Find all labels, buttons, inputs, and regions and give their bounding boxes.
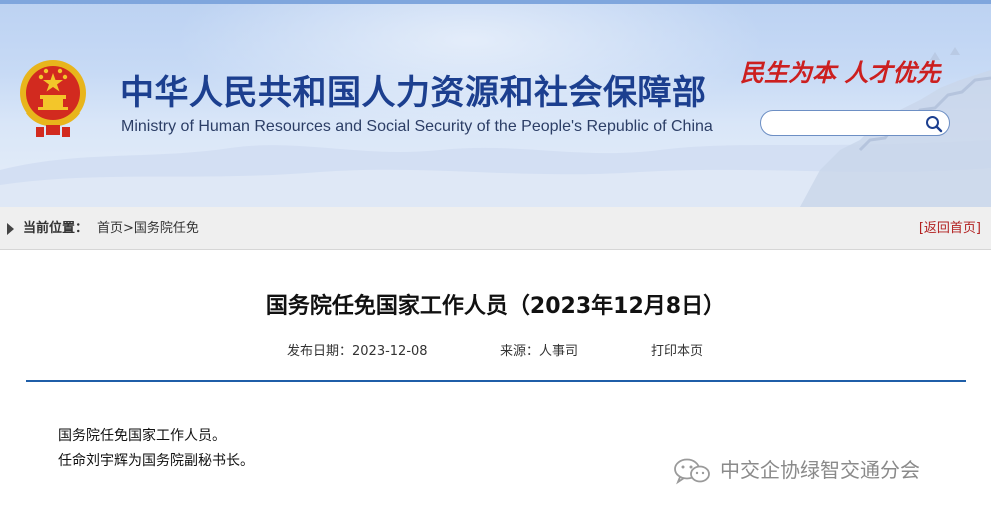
breadcrumb-label: 当前位置： xyxy=(23,221,89,236)
back-home-link[interactable]: [返回首页] xyxy=(919,207,981,250)
search-icon[interactable] xyxy=(925,115,943,133)
national-emblem-icon xyxy=(20,60,86,137)
print-page-link[interactable]: 打印本页 xyxy=(651,343,703,361)
publish-date-label: 发布日期： xyxy=(287,344,353,359)
header-banner: 中华人民共和国人力资源和社会保障部 Ministry of Human Reso… xyxy=(0,0,991,207)
search-input[interactable] xyxy=(771,114,925,134)
article-paragraph: 任命刘宇辉为国务院副秘书长。 xyxy=(58,453,254,469)
article-paragraph: 国务院任免国家工作人员。 xyxy=(58,428,226,444)
publish-date-value: 2023-12-08 xyxy=(352,344,428,359)
breadcrumb-separator: > xyxy=(123,221,134,236)
breadcrumb: 当前位置： 首页>国务院任免 [返回首页] xyxy=(0,207,991,250)
slogan: 民生为本 人才优先 xyxy=(740,58,941,87)
ministry-title-en: Ministry of Human Resources and Social S… xyxy=(121,118,713,135)
play-arrow-icon xyxy=(7,223,14,235)
source-label: 来源： xyxy=(500,344,540,359)
breadcrumb-current-link[interactable]: 国务院任免 xyxy=(134,221,199,236)
ministry-title-cn: 中华人民共和国人力资源和社会保障部 xyxy=(120,73,707,113)
publish-date: 发布日期：2023-12-08 xyxy=(287,343,428,361)
article-source: 来源：人事司 xyxy=(500,343,578,361)
search-box xyxy=(760,110,950,136)
breadcrumb-path: 首页>国务院任免 xyxy=(97,207,199,250)
watermark-text: 中交企协绿智交通分会 xyxy=(720,458,920,482)
article-title: 国务院任免国家工作人员（2023年12月8日） xyxy=(265,294,726,319)
source-value: 人事司 xyxy=(539,344,579,359)
breadcrumb-home-link[interactable]: 首页 xyxy=(97,221,123,236)
title-divider xyxy=(26,380,966,382)
wechat-icon xyxy=(674,458,710,485)
